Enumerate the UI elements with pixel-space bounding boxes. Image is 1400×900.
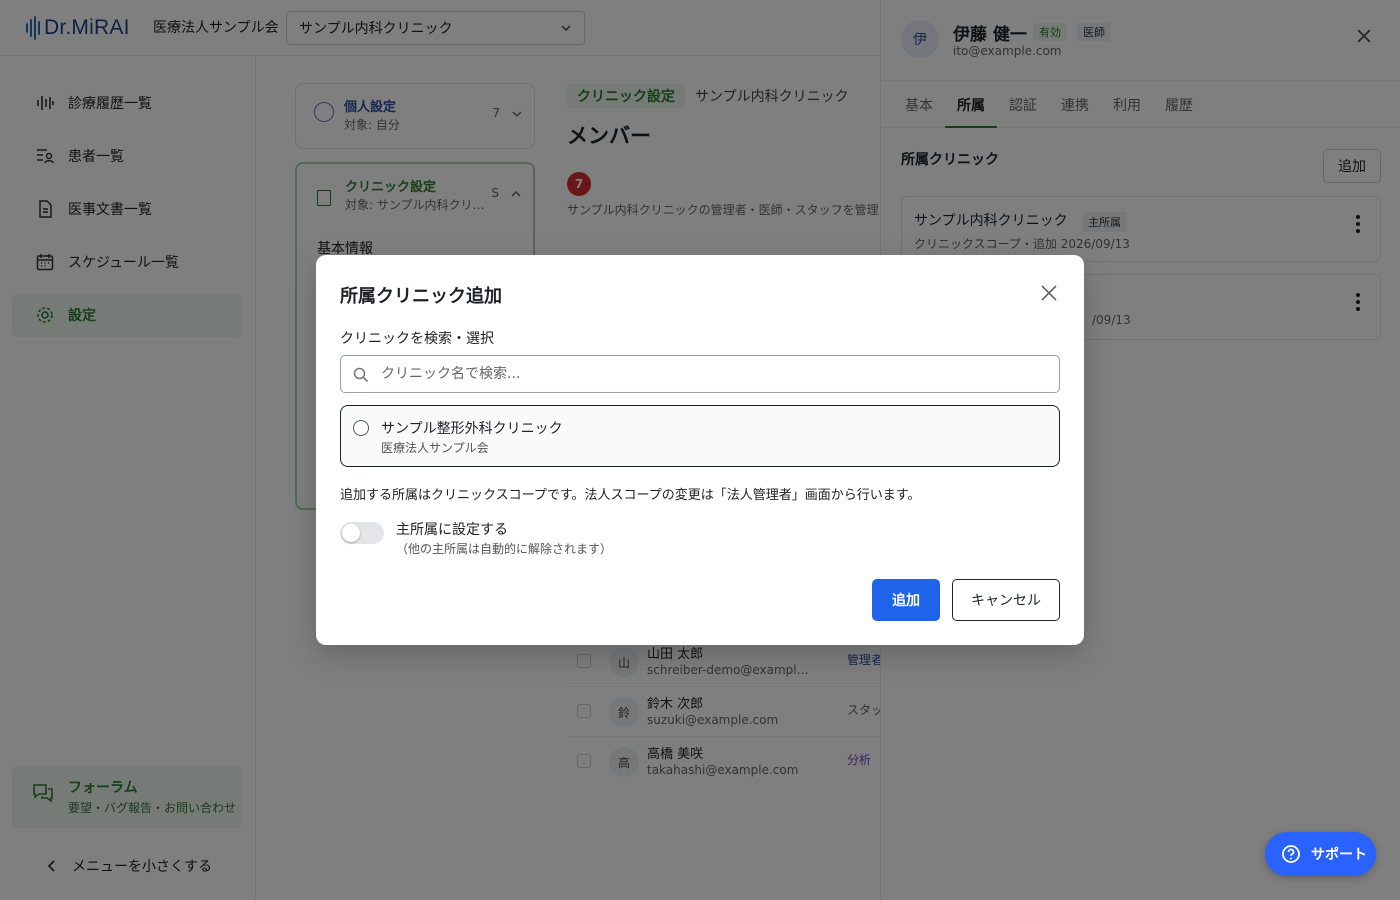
dialog-title: 所属クリニック追加 — [340, 286, 502, 307]
add-affiliation-dialog: 所属クリニック追加 クリニックを検索・選択 サンプル整形外科クリニック 医療法人… — [316, 255, 1084, 645]
support-button[interactable]: サポート — [1265, 832, 1376, 876]
support-label: サポート — [1311, 847, 1367, 863]
search-label: クリニックを検索・選択 — [340, 331, 494, 347]
add-button[interactable]: 追加 — [872, 579, 940, 621]
close-icon[interactable] — [1040, 284, 1058, 302]
option-clinic-name: サンプル整形外科クリニック — [381, 421, 563, 437]
primary-toggle-label: 主所属に設定する — [396, 522, 508, 538]
clinic-search-box — [340, 355, 1060, 393]
help-circle-icon — [1281, 844, 1301, 864]
toggle-knob — [342, 524, 360, 542]
clinic-search-input[interactable] — [381, 357, 1051, 391]
primary-toggle-hint: （他の主所属は自動的に解除されます） — [396, 542, 613, 556]
scope-note: 追加する所属はクリニックスコープです。法人スコープの変更は「法人管理者」画面から… — [340, 488, 921, 503]
cancel-button[interactable]: キャンセル — [952, 579, 1060, 621]
primary-affiliation-toggle[interactable] — [340, 522, 384, 544]
option-org-name: 医療法人サンプル会 — [381, 441, 489, 455]
option-radio[interactable] — [353, 420, 369, 436]
clinic-option[interactable]: サンプル整形外科クリニック 医療法人サンプル会 — [340, 405, 1060, 467]
search-icon — [353, 367, 369, 383]
